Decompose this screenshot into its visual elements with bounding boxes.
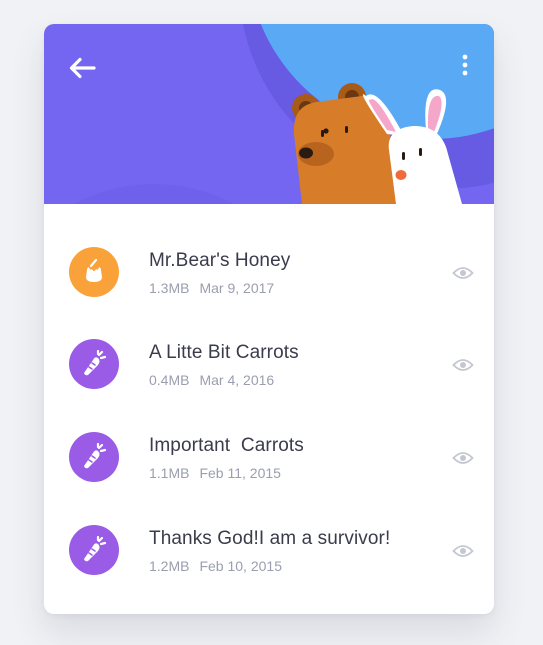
- carrot-icon: [84, 536, 107, 562]
- view-button[interactable]: [450, 355, 476, 375]
- eye-icon: [452, 452, 474, 464]
- arrow-left-icon: [69, 57, 96, 79]
- more-menu-button[interactable]: [448, 48, 482, 82]
- file-meta: 1.3MB Mar 9, 2017: [149, 280, 274, 296]
- file-meta: 1.1MB Feb 11, 2015: [149, 465, 281, 481]
- file-meta: 0.4MB Mar 4, 2016: [149, 372, 274, 388]
- card-header: [44, 24, 494, 204]
- file-meta: 1.2MB Feb 10, 2015: [149, 558, 282, 574]
- eye-icon: [452, 267, 474, 279]
- eye-icon: [452, 545, 474, 557]
- file-date: Mar 9, 2017: [199, 280, 275, 296]
- list-item[interactable]: Thanks God!I am a survivor! 1.2MB Feb 10,…: [44, 503, 494, 596]
- more-vertical-icon: [462, 54, 468, 76]
- file-size: 0.4MB: [149, 372, 190, 388]
- file-avatar: [69, 339, 119, 389]
- file-card: Mr.Bear's Honey 1.3MB Mar 9, 2017 A Litte…: [44, 24, 494, 614]
- honey-pot-icon: [86, 258, 102, 282]
- view-button[interactable]: [450, 263, 476, 283]
- view-button[interactable]: [450, 448, 476, 468]
- file-size: 1.1MB: [149, 465, 190, 481]
- file-title: Important Carrots: [149, 435, 304, 456]
- carrot-icon: [84, 350, 107, 376]
- file-date: Feb 11, 2015: [199, 465, 281, 481]
- back-button[interactable]: [62, 48, 102, 88]
- file-size: 1.3MB: [149, 280, 190, 296]
- list-item[interactable]: A Litte Bit Carrots 0.4MB Mar 4, 2016: [44, 317, 494, 410]
- view-button[interactable]: [450, 541, 476, 561]
- carrot-icon: [84, 443, 107, 469]
- file-avatar: [69, 247, 119, 297]
- list-item[interactable]: Mr.Bear's Honey 1.3MB Mar 9, 2017: [44, 225, 494, 318]
- file-date: Mar 4, 2016: [199, 372, 275, 388]
- eye-icon: [452, 359, 474, 371]
- file-title: Thanks God!I am a survivor!: [149, 528, 391, 549]
- file-title: Mr.Bear's Honey: [149, 250, 291, 271]
- list-item[interactable]: Important Carrots 1.1MB Feb 11, 2015: [44, 410, 494, 503]
- file-avatar: [69, 525, 119, 575]
- file-date: Feb 10, 2015: [199, 558, 282, 574]
- file-title: A Litte Bit Carrots: [149, 342, 299, 363]
- file-avatar: [69, 432, 119, 482]
- file-size: 1.2MB: [149, 558, 190, 574]
- header-illustration: [44, 24, 494, 204]
